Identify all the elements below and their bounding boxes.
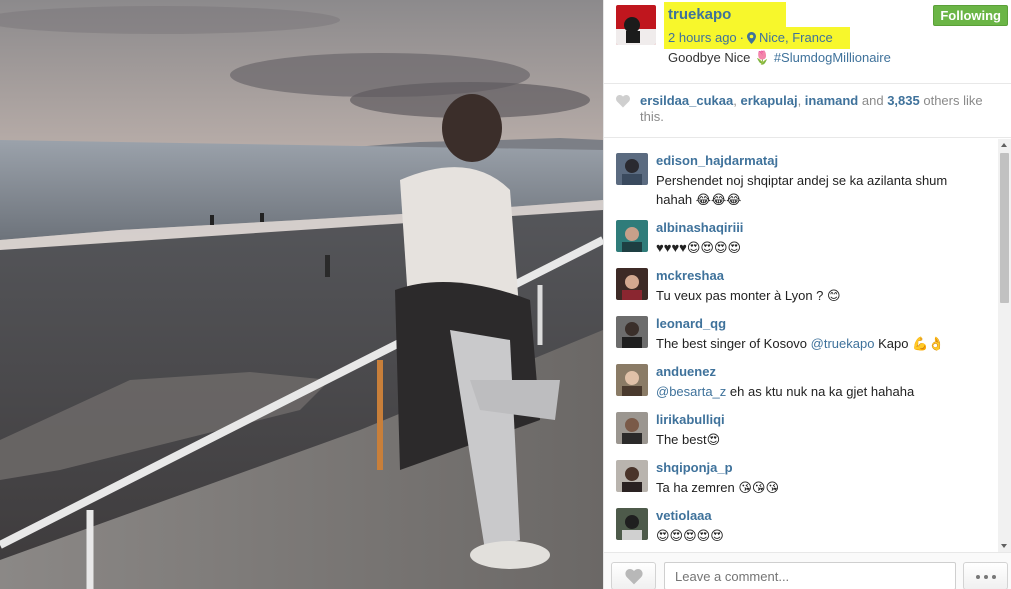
comment-username[interactable]: shqiponja_p [656, 460, 733, 475]
comment-username[interactable]: anduenez [656, 364, 716, 379]
comment-text: ♥♥♥♥😍😍😍😍 [656, 240, 742, 255]
comment-text: The best singer of Kosovo @truekapo Kapo… [656, 334, 986, 353]
comment-item: vetiolaaa 😍😍😍😍😍 [616, 502, 996, 550]
comment-item: leonard_qg The best singer of Kosovo @tr… [616, 310, 996, 358]
post-time[interactable]: 2 hours ago [668, 30, 737, 45]
post-photo[interactable] [0, 0, 603, 589]
comment-text-part: eh as ktu nuk na ka gjet hahaha [726, 384, 915, 399]
more-options-button[interactable] [963, 562, 1008, 589]
comment-item: shqiponja_p Ta ha zemren 😘😘😘 [616, 454, 996, 502]
avatar[interactable] [616, 460, 648, 492]
likes-and: and [858, 93, 888, 108]
ellipsis-icon [976, 575, 980, 579]
comment-text: @besarta_z eh as ktu nuk na ka gjet haha… [656, 382, 986, 401]
avatar-image [616, 412, 648, 444]
avatar-image [616, 364, 648, 396]
comment-text-part: The best singer of Kosovo [656, 336, 811, 351]
comment-username[interactable]: edison_hajdarmataj [656, 153, 778, 168]
likes-summary: ersildaa_cukaa, erkapulaj, inamand and 3… [640, 93, 1000, 125]
liker-link[interactable]: inamand [805, 93, 858, 108]
avatar-image [616, 316, 648, 348]
post-meta: 2 hours ago · Nice, France [668, 30, 833, 45]
avatar[interactable] [616, 412, 648, 444]
comment-list[interactable]: edison_hajdarmataj Pershendet noj shqipt… [604, 139, 1011, 552]
scrollbar-thumb[interactable] [1000, 153, 1009, 303]
comment-username[interactable]: albinashaqiriii [656, 220, 743, 235]
ellipsis-icon [992, 575, 996, 579]
comment-item: lirikabulliqi The best😍 [616, 406, 996, 454]
mention-link[interactable]: @truekapo [811, 336, 875, 351]
scroll-up-arrow-icon[interactable] [1001, 143, 1007, 147]
post-location[interactable]: Nice, France [759, 30, 833, 45]
avatar[interactable] [616, 5, 656, 45]
comment-item: mckreshaa Tu veux pas monter à Lyon ? 😊 [616, 262, 996, 310]
avatar[interactable] [616, 220, 648, 252]
comment-text: Tu veux pas monter à Lyon ? 😊 [656, 288, 841, 303]
caption-hashtag[interactable]: #SlumdogMillionaire [774, 50, 891, 65]
meta-separator: · [739, 30, 745, 45]
heart-icon [625, 569, 643, 585]
map-pin-icon [747, 31, 757, 44]
comment-item: edison_hajdarmataj Pershendet noj shqipt… [616, 147, 996, 207]
post-caption: Goodbye Nice 🌷 #SlumdogMillionaire [668, 50, 891, 66]
liker-link[interactable]: erkapulaj [740, 93, 797, 108]
comment-text: The best😍 [656, 432, 721, 447]
avatar-image [616, 153, 648, 185]
comment-input[interactable] [664, 562, 956, 589]
comment-item: anduenez @besarta_z eh as ktu nuk na ka … [616, 358, 996, 406]
liker-link[interactable]: ersildaa_cukaa [640, 93, 733, 108]
comment-username[interactable]: leonard_qg [656, 316, 726, 331]
avatar-image [616, 508, 648, 540]
heart-icon [616, 95, 630, 108]
avatar-image [616, 268, 648, 300]
photo-image [0, 0, 603, 589]
comment-text-part: Kapo 💪👌 [874, 336, 945, 351]
likes-count[interactable]: 3,835 [887, 93, 920, 108]
comment-text: Pershendet noj shqiptar andej se ka azil… [656, 173, 948, 207]
comments-scrollbar[interactable] [998, 139, 1011, 552]
caption-text: Goodbye Nice 🌷 [668, 50, 771, 65]
mention-link[interactable]: @besarta_z [656, 384, 726, 399]
avatar[interactable] [616, 268, 648, 300]
comment-username[interactable]: vetiolaaa [656, 508, 712, 523]
post-detail-panel: truekapo 2 hours ago · Nice, France Good… [603, 0, 1011, 589]
avatar[interactable] [616, 364, 648, 396]
avatar-image [616, 460, 648, 492]
scroll-down-arrow-icon[interactable] [1001, 544, 1007, 548]
avatar[interactable] [616, 316, 648, 348]
comment-item: albinashaqiriii ♥♥♥♥😍😍😍😍 [616, 214, 996, 262]
avatar-image [616, 5, 656, 45]
likes-separator: , [797, 93, 805, 108]
likes-section: ersildaa_cukaa, erkapulaj, inamand and 3… [604, 84, 1011, 138]
like-button[interactable] [611, 562, 656, 589]
following-button[interactable]: Following [933, 5, 1008, 26]
comment-text: 😍😍😍😍😍 [656, 528, 724, 543]
comment-username[interactable]: lirikabulliqi [656, 412, 725, 427]
avatar-image [616, 220, 648, 252]
avatar[interactable] [616, 508, 648, 540]
comment-username[interactable]: mckreshaa [656, 268, 724, 283]
post-username[interactable]: truekapo [668, 6, 731, 23]
comment-footer [604, 552, 1011, 589]
comment-text: Ta ha zemren 😘😘😘 [656, 480, 780, 495]
avatar[interactable] [616, 153, 648, 185]
post-header: truekapo 2 hours ago · Nice, France Good… [604, 0, 1011, 84]
ellipsis-icon [984, 575, 988, 579]
